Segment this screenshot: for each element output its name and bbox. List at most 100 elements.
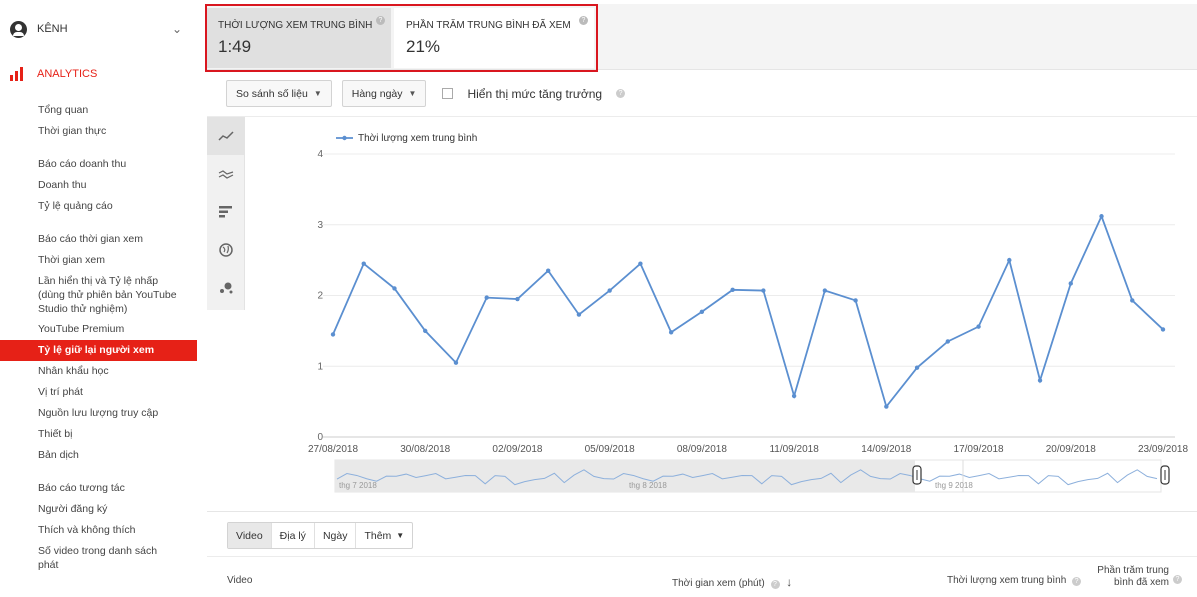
x-tick-label: 23/09/2018	[1138, 444, 1188, 455]
bar-chart-icon[interactable]	[207, 193, 245, 231]
data-point	[699, 309, 705, 314]
sidebar-item-audience-retention[interactable]: Tỷ lệ giữ lại người xem	[0, 340, 197, 361]
dimension-tabs: Video Địa lý Ngày Thêm ▼	[227, 522, 414, 549]
sidebar-item-watch-time[interactable]: Thời gian xem	[0, 250, 197, 271]
compare-metrics-label: So sánh số liệu	[236, 87, 308, 100]
data-point	[392, 286, 397, 291]
sidebar-item-youtube-premium[interactable]: YouTube Premium	[0, 319, 197, 340]
x-tick-label: 08/09/2018	[677, 444, 727, 455]
analytics-bar-icon	[10, 67, 27, 81]
tab-geography[interactable]: Địa lý	[272, 523, 315, 548]
data-point	[1130, 298, 1135, 303]
data-point	[884, 404, 889, 409]
legend-marker	[342, 135, 347, 141]
tab-video[interactable]: Video	[228, 523, 272, 548]
column-header-avg-view-duration[interactable]: Thời lượng xem trung bình ?	[947, 575, 1082, 586]
sidebar-item-likes[interactable]: Thích và không thích	[0, 520, 197, 541]
period-label: Hàng ngày	[351, 87, 403, 100]
caret-down-icon: ▼	[313, 89, 322, 98]
x-tick-label: 27/08/2018	[308, 444, 358, 455]
x-tick-label: 02/09/2018	[492, 444, 542, 455]
line-chart: 0 1 2 3 4 27/08/2018 30/08/2018 02/09/2018 05/09…	[245, 117, 1197, 512]
column-header-avg-percentage-viewed[interactable]: Phần trăm trung bình đã xem	[1089, 565, 1169, 589]
navigator-label: thg 8 2018	[629, 481, 667, 490]
multi-line-icon[interactable]	[207, 155, 245, 193]
data-point	[453, 360, 459, 365]
data-point	[853, 298, 858, 303]
x-tick-label: 30/08/2018	[400, 444, 450, 455]
account-circle-icon	[10, 20, 27, 38]
compare-metrics-button[interactable]: So sánh số liệu ▼	[226, 80, 332, 107]
sidebar-item-realtime[interactable]: Thời gian thực	[0, 121, 197, 142]
data-point	[668, 330, 674, 335]
y-tick-label: 3	[317, 220, 323, 231]
sidebar-item-revenue-reports[interactable]: Báo cáo doanh thu	[0, 154, 197, 175]
sidebar-item-ad-rates[interactable]: Tỷ lệ quảng cáo	[0, 196, 197, 217]
growth-label: Hiển thị mức tăng trưởng	[467, 86, 603, 101]
navigator-label: thg 9 2018	[935, 481, 973, 490]
data-point	[945, 339, 951, 344]
sidebar: KÊNH ⌄ ANALYTICS Tổng quan Thời gian thự…	[0, 0, 197, 597]
x-tick-label: 05/09/2018	[585, 444, 635, 455]
data-point	[638, 261, 643, 266]
divider	[207, 511, 1197, 512]
chart-type-toolbar	[207, 117, 245, 310]
data-point	[1037, 378, 1043, 383]
y-tick-label: 4	[317, 149, 323, 160]
sidebar-item-playback-locations[interactable]: Vị trí phát	[0, 382, 197, 403]
tab-more[interactable]: Thêm ▼	[356, 523, 412, 548]
channel-label: KÊNH	[37, 23, 68, 35]
data-point	[607, 288, 612, 293]
data-point	[1160, 327, 1166, 332]
data-point	[976, 324, 981, 329]
sidebar-item-watch-time-reports[interactable]: Báo cáo thời gian xem	[0, 229, 197, 250]
chevron-down-icon[interactable]: ⌄	[172, 22, 182, 36]
column-header-video[interactable]: Video	[227, 575, 252, 586]
data-point	[545, 268, 551, 273]
highlight-box	[205, 4, 598, 72]
chart-controls: So sánh số liệu ▼ Hàng ngày ▼ Hiển thị m…	[226, 80, 626, 107]
sidebar-item-playlist-videos[interactable]: Số video trong danh sách phát	[0, 541, 197, 575]
tab-more-label: Thêm	[364, 529, 392, 542]
x-tick-label: 14/09/2018	[861, 444, 911, 455]
help-icon[interactable]: ?	[1072, 577, 1082, 586]
data-point	[761, 288, 766, 293]
sort-arrow-down-icon[interactable]: ↓	[786, 575, 792, 589]
y-tick-label: 2	[317, 291, 323, 302]
sidebar-item-translations[interactable]: Bản dịch	[0, 445, 197, 466]
data-point	[730, 287, 735, 293]
channel-selector[interactable]: KÊNH ⌄	[10, 18, 190, 40]
column-header-watch-time[interactable]: Thời gian xem (phút) ? ↓	[672, 575, 792, 589]
sidebar-item-interaction-reports[interactable]: Báo cáo tương tác	[0, 478, 197, 499]
column-header-watch-time-label: Thời gian xem (phút)	[672, 578, 765, 589]
bubble-chart-icon[interactable]	[207, 269, 245, 307]
caret-down-icon: ▼	[396, 531, 405, 540]
data-point	[791, 393, 797, 399]
sidebar-item-devices[interactable]: Thiết bị	[0, 424, 197, 445]
navigator-label: thg 7 2018	[339, 481, 377, 490]
line-chart-icon[interactable]	[207, 117, 245, 155]
help-icon[interactable]: ?	[1173, 575, 1182, 584]
data-point	[515, 296, 520, 302]
analytics-label: ANALYTICS	[37, 68, 98, 80]
sidebar-item-demographics[interactable]: Nhân khẩu học	[0, 361, 197, 382]
sidebar-item-revenue[interactable]: Doanh thu	[0, 175, 197, 196]
column-header-avg-view-duration-label: Thời lượng xem trung bình	[947, 575, 1067, 586]
period-select-button[interactable]: Hàng ngày ▼	[341, 80, 427, 107]
data-point	[576, 312, 582, 317]
sidebar-item-overview[interactable]: Tổng quan	[0, 100, 197, 121]
data-point	[423, 328, 428, 334]
globe-icon[interactable]	[207, 231, 245, 269]
data-point	[330, 332, 336, 337]
sidebar-item-traffic-sources[interactable]: Nguồn lưu lượng truy cập	[0, 403, 197, 424]
analytics-header[interactable]: ANALYTICS	[10, 67, 97, 81]
y-tick-label: 0	[317, 432, 323, 443]
tab-date[interactable]: Ngày	[315, 523, 357, 548]
help-icon[interactable]: ?	[770, 580, 780, 589]
help-icon[interactable]: ?	[616, 89, 626, 98]
sidebar-item-impressions[interactable]: Lần hiển thị và Tỷ lệ nhấp (dùng thử phi…	[0, 271, 197, 319]
growth-checkbox[interactable]	[442, 88, 454, 99]
x-tick-label: 17/09/2018	[954, 444, 1004, 455]
y-tick-label: 1	[317, 361, 323, 372]
sidebar-item-subscribers[interactable]: Người đăng ký	[0, 499, 197, 520]
